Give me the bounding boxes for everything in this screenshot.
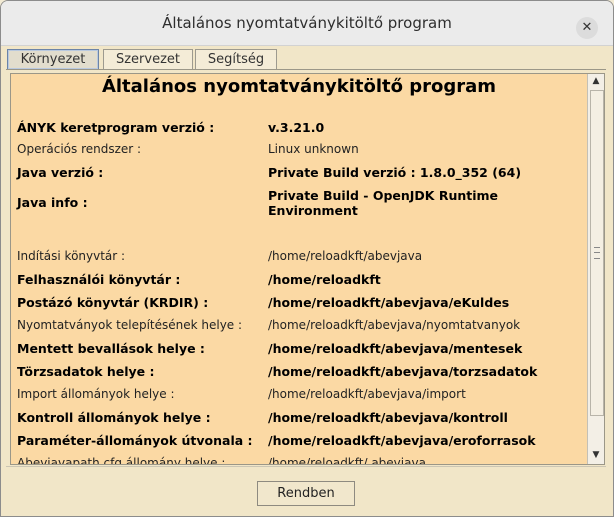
label-java-info: Java info :	[17, 195, 88, 210]
value-anyk-version: v.3.21.0	[268, 120, 325, 135]
label-param-dir: Paraméter-állományok útvonala :	[17, 433, 253, 448]
value-param-dir: /home/reloadkft/abevjava/eroforrasok	[268, 433, 536, 448]
tab-segitseg[interactable]: Segítség	[195, 49, 277, 69]
label-start-dir: Indítási könyvtár :	[17, 249, 126, 263]
ok-button[interactable]: Rendben	[257, 481, 355, 506]
value-start-dir: /home/reloadkft/abevjava	[268, 249, 423, 263]
label-java-version: Java verzió :	[17, 165, 104, 180]
value-user-dir: /home/reloadkft	[268, 272, 381, 287]
label-import-dir: Import állományok helye :	[17, 387, 175, 401]
value-master-data-dir: /home/reloadkft/abevjava/torzsadatok	[268, 364, 538, 379]
value-forms-dir: /home/reloadkft/abevjava/nyomtatvanyok	[268, 318, 521, 332]
label-control-dir: Kontroll állományok helye :	[17, 410, 211, 425]
scroll-thumb[interactable]	[590, 90, 604, 416]
arrow-down-icon: ▼	[592, 450, 600, 460]
scroll-up-button[interactable]: ▲	[588, 74, 604, 89]
label-os: Operációs rendszer :	[17, 142, 142, 156]
label-saved-dir: Mentett bevallások helye :	[17, 341, 205, 356]
tab-divider	[6, 69, 606, 70]
dialog-window: Általános nyomtatványkitöltő program ✕ K…	[0, 0, 614, 517]
arrow-up-icon: ▲	[592, 76, 600, 86]
tab-kornyezet[interactable]: Környezet	[7, 49, 99, 69]
title-bar: Általános nyomtatványkitöltő program ✕	[1, 1, 613, 46]
value-import-dir: /home/reloadkft/abevjava/import	[268, 387, 466, 401]
label-cfg-path: Abevjavapath.cfg állomány helye :	[17, 456, 226, 464]
value-java-info: Private Build - OpenJDK Runtime Environm…	[268, 188, 499, 218]
vertical-scrollbar[interactable]: ▲ ▼	[587, 74, 604, 464]
label-forms-dir: Nyomtatványok telepítésének helye :	[17, 318, 243, 332]
footer-divider	[6, 466, 606, 467]
value-java-version: Private Build verzió : 1.8.0_352 (64)	[268, 165, 522, 180]
info-panel: Általános nyomtatványkitöltő program ÁNY…	[10, 73, 605, 465]
window-title: Általános nyomtatványkitöltő program	[162, 14, 452, 32]
info-content: Általános nyomtatványkitöltő program ÁNY…	[11, 74, 587, 464]
value-krdir: /home/reloadkft/abevjava/eKuldes	[268, 295, 510, 310]
grip-icon	[594, 247, 600, 259]
panel-heading: Általános nyomtatványkitöltő program	[101, 76, 497, 97]
scroll-down-button[interactable]: ▼	[588, 448, 604, 463]
tab-szervezet[interactable]: Szervezet	[103, 49, 193, 69]
label-anyk-version: ÁNYK keretprogram verzió :	[17, 120, 215, 135]
label-master-data-dir: Törzsadatok helye :	[17, 364, 155, 379]
value-os: Linux unknown	[268, 142, 359, 156]
close-icon: ✕	[581, 20, 593, 35]
label-krdir: Postázó könyvtár (KRDIR) :	[17, 295, 209, 310]
value-cfg-path: /home/reloadkft/.abevjava	[268, 456, 426, 464]
close-button[interactable]: ✕	[576, 17, 598, 39]
label-user-dir: Felhasználói könyvtár :	[17, 272, 181, 287]
value-saved-dir: /home/reloadkft/abevjava/mentesek	[268, 341, 523, 356]
value-control-dir: /home/reloadkft/abevjava/kontroll	[268, 410, 508, 425]
